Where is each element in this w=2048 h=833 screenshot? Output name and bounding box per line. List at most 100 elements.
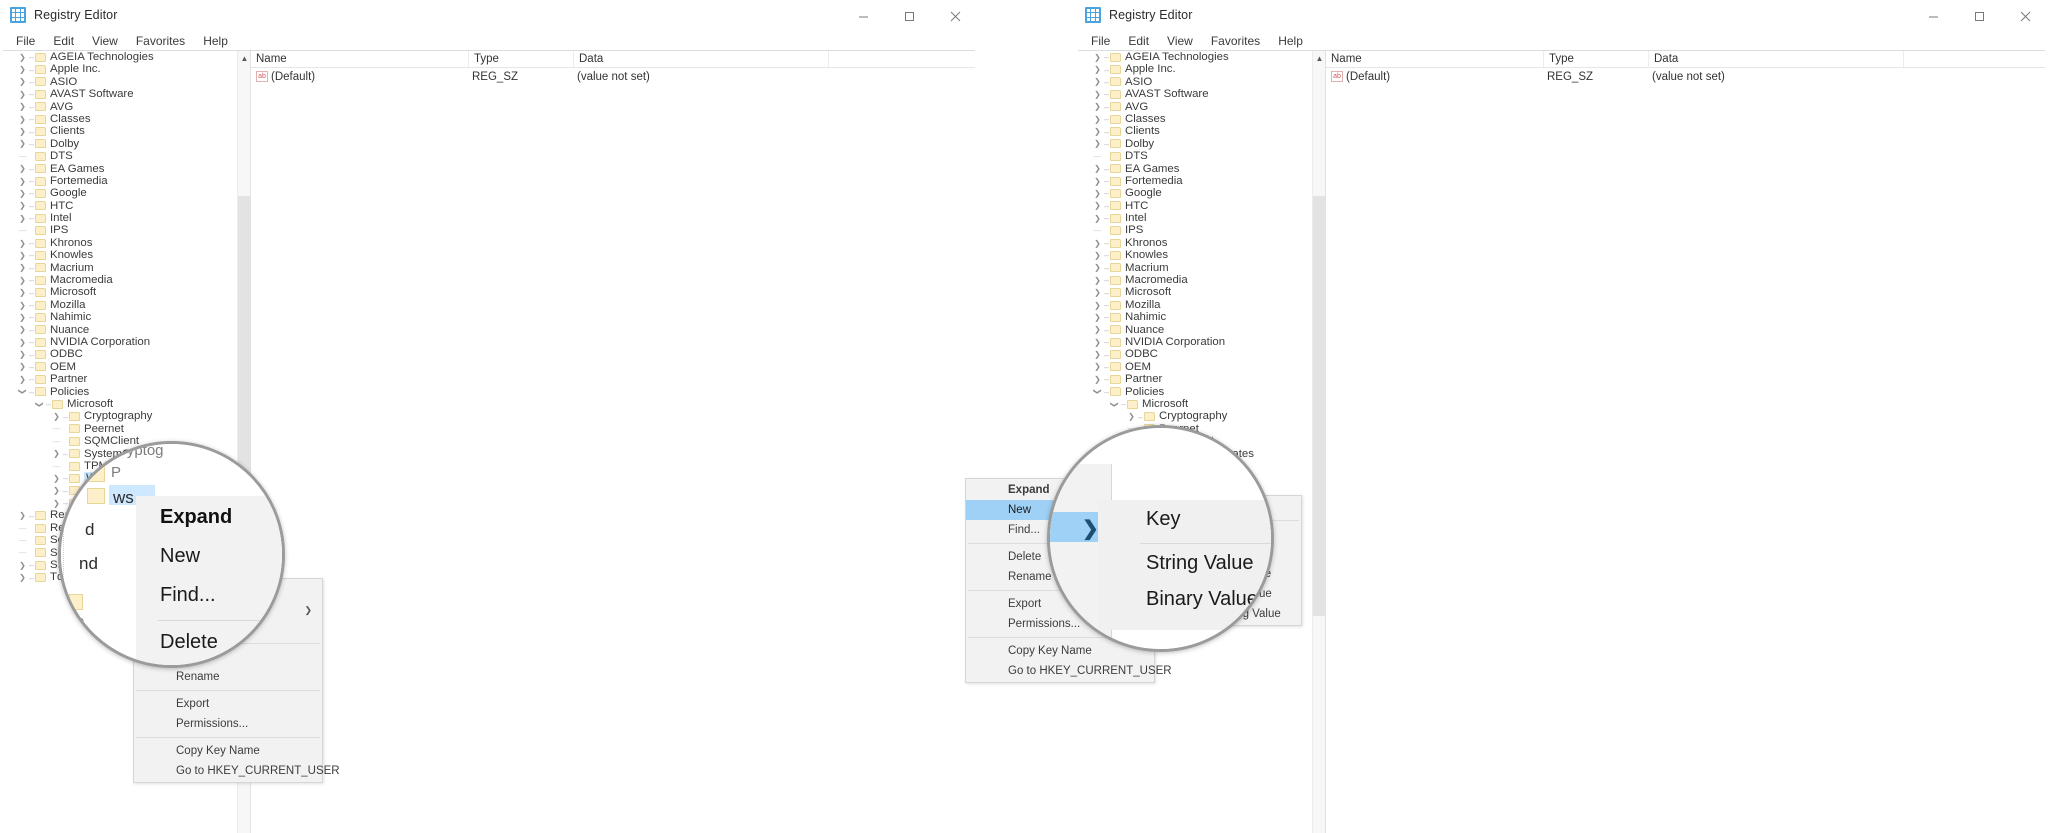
chevron-right-icon[interactable]: ❯ — [1092, 139, 1103, 148]
tree-item[interactable]: ❯ – AGEIA Technologies — [1078, 51, 1312, 63]
tree-item[interactable]: ❯ – Fortemedia — [1078, 175, 1312, 187]
tree-item[interactable]: ❯ – Google — [1078, 187, 1312, 199]
chevron-right-icon[interactable]: ❯ — [1092, 338, 1103, 347]
chevron-right-icon[interactable]: ❯ — [1092, 164, 1103, 173]
chevron-right-icon[interactable]: ❯ — [17, 313, 28, 322]
chevron-right-icon[interactable]: ❯ — [1092, 77, 1103, 86]
tree-item[interactable]: ❯ – Fortemedia — [3, 175, 237, 187]
chevron-right-icon[interactable]: ❯ — [17, 77, 28, 86]
tree-item[interactable]: ❯ – NVIDIA Corporation — [3, 336, 237, 348]
tree-item[interactable]: ❯ – Nuance — [3, 324, 237, 336]
tree-item[interactable]: ❯ – Mozilla — [3, 299, 237, 311]
chevron-right-icon[interactable]: ❯ — [1092, 189, 1103, 198]
context-menu-item-export[interactable]: Export — [134, 694, 322, 714]
chevron-down-icon[interactable]: ❯ — [18, 386, 27, 397]
tree-leaf-line[interactable]: — — [17, 152, 28, 161]
chevron-right-icon[interactable]: ❯ — [1092, 239, 1103, 248]
tree-item[interactable]: ❯ – AVAST Software — [3, 88, 237, 100]
maximize-icon[interactable] — [886, 0, 932, 32]
tree-item[interactable]: ❯ – AVG — [3, 101, 237, 113]
chevron-right-icon[interactable]: ❯ — [1092, 115, 1103, 124]
chevron-right-icon[interactable]: ❯ — [1092, 301, 1103, 310]
chevron-right-icon[interactable]: ❯ — [17, 251, 28, 260]
menu-edit[interactable]: Edit — [1119, 32, 1158, 51]
tree-item[interactable]: ❯ – Classes — [3, 113, 237, 125]
maximize-icon[interactable] — [1956, 0, 2002, 32]
value-list-pane[interactable]: Name Type Data ab (Default) REG_SZ (valu… — [251, 51, 975, 833]
chevron-right-icon[interactable]: ❯ — [1092, 350, 1103, 359]
chevron-right-icon[interactable]: ❯ — [17, 362, 28, 371]
tree-item[interactable]: — IPS — [3, 224, 237, 236]
tree-leaf-line[interactable]: — — [17, 226, 28, 235]
tree-leaf-line[interactable]: — — [17, 536, 28, 545]
chevron-right-icon[interactable]: ❯ — [17, 65, 28, 74]
chevron-right-icon[interactable]: ❯ — [17, 127, 28, 136]
tree-item[interactable]: ❯ – ASIO — [3, 76, 237, 88]
chevron-right-icon[interactable]: ❯ — [17, 177, 28, 186]
chevron-down-icon[interactable]: ❯ — [1110, 399, 1119, 410]
tree-leaf-line[interactable]: — — [17, 524, 28, 533]
tree-item[interactable]: ❯ – Mozilla — [1078, 299, 1312, 311]
tree-item[interactable]: ❯ – HTC — [1078, 200, 1312, 212]
column-header-data[interactable]: Data — [574, 51, 829, 67]
chevron-right-icon[interactable]: ❯ — [1092, 177, 1103, 186]
tree-item[interactable]: ❯ – Microsoft — [1078, 398, 1312, 410]
chevron-right-icon[interactable]: ❯ — [1092, 127, 1103, 136]
chevron-right-icon[interactable]: ❯ — [17, 338, 28, 347]
tree-item[interactable]: ❯ – Khronos — [3, 237, 237, 249]
chevron-right-icon[interactable]: ❯ — [17, 90, 28, 99]
chevron-right-icon[interactable]: ❯ — [17, 511, 28, 520]
tree-item[interactable]: ❯ – Dolby — [1078, 138, 1312, 150]
tree-item[interactable]: ❯ – Microsoft — [1078, 286, 1312, 298]
menu-favorites[interactable]: Favorites — [1202, 32, 1269, 51]
chevron-right-icon[interactable]: ❯ — [1092, 90, 1103, 99]
tree-item[interactable]: — Peernet — [3, 423, 237, 435]
chevron-up-icon[interactable]: ▲ — [238, 51, 250, 66]
menu-view[interactable]: View — [1158, 32, 1202, 51]
tree-item[interactable]: ❯ – ODBC — [3, 348, 237, 360]
chevron-right-icon[interactable]: ❯ — [1092, 375, 1103, 384]
tree-item[interactable]: ❯ – Cryptography — [1078, 410, 1312, 422]
tree-item[interactable]: ❯ – Macromedia — [3, 274, 237, 286]
tree-item[interactable]: ❯ – Cryptography — [3, 410, 237, 422]
column-header-name[interactable]: Name — [251, 51, 469, 67]
tree-item[interactable]: — DTS — [3, 150, 237, 162]
menu-view[interactable]: View — [83, 32, 127, 51]
chevron-right-icon[interactable]: ❯ — [1092, 53, 1103, 62]
menu-edit[interactable]: Edit — [44, 32, 83, 51]
column-header-data[interactable]: Data — [1649, 51, 1904, 67]
tree-scrollbar[interactable]: ▲ — [1312, 51, 1325, 833]
chevron-right-icon[interactable]: ❯ — [17, 288, 28, 297]
context-menu-item-rename[interactable]: Rename — [134, 667, 322, 687]
chevron-right-icon[interactable]: ❯ — [1092, 313, 1103, 322]
menu-help[interactable]: Help — [1269, 32, 1312, 51]
tree-item[interactable]: ❯ – Intel — [1078, 212, 1312, 224]
chevron-right-icon[interactable]: ❯ — [1092, 65, 1103, 74]
chevron-right-icon[interactable]: ❯ — [1092, 325, 1103, 334]
value-list-pane[interactable]: Name Type Data ab (Default) REG_SZ (valu… — [1326, 51, 2045, 833]
chevron-right-icon[interactable]: ❯ — [17, 375, 28, 384]
tree-item[interactable]: ❯ – Microsoft — [3, 398, 237, 410]
chevron-right-icon[interactable]: ❯ — [17, 164, 28, 173]
chevron-right-icon[interactable]: ❯ — [17, 139, 28, 148]
minimize-icon[interactable] — [1910, 0, 1956, 32]
tree-item[interactable]: ❯ – Microsoft — [3, 286, 237, 298]
table-row[interactable]: ab (Default) REG_SZ (value not set) — [1326, 68, 2045, 85]
tree-item[interactable]: ❯ – EA Games — [3, 163, 237, 175]
column-header-name[interactable]: Name — [1326, 51, 1544, 67]
tree-item[interactable]: ❯ – AVAST Software — [1078, 88, 1312, 100]
tree-item[interactable]: ❯ – Nahimic — [1078, 311, 1312, 323]
chevron-right-icon[interactable]: ❯ — [1092, 102, 1103, 111]
tree-item[interactable]: ❯ – Nuance — [1078, 324, 1312, 336]
menu-help[interactable]: Help — [194, 32, 237, 51]
tree-item[interactable]: ❯ – AGEIA Technologies — [3, 51, 237, 63]
tree-item[interactable]: ❯ – Dolby — [3, 138, 237, 150]
chevron-right-icon[interactable]: ❯ — [17, 102, 28, 111]
tree-item[interactable]: ❯ – OEM — [3, 361, 237, 373]
close-icon[interactable] — [2002, 0, 2048, 32]
tree-item[interactable]: ❯ – Macrium — [1078, 262, 1312, 274]
tree-item[interactable]: ❯ – OEM — [1078, 361, 1312, 373]
chevron-down-icon[interactable]: ❯ — [1093, 386, 1102, 397]
menu-favorites[interactable]: Favorites — [127, 32, 194, 51]
chevron-right-icon[interactable]: ❯ — [17, 53, 28, 62]
